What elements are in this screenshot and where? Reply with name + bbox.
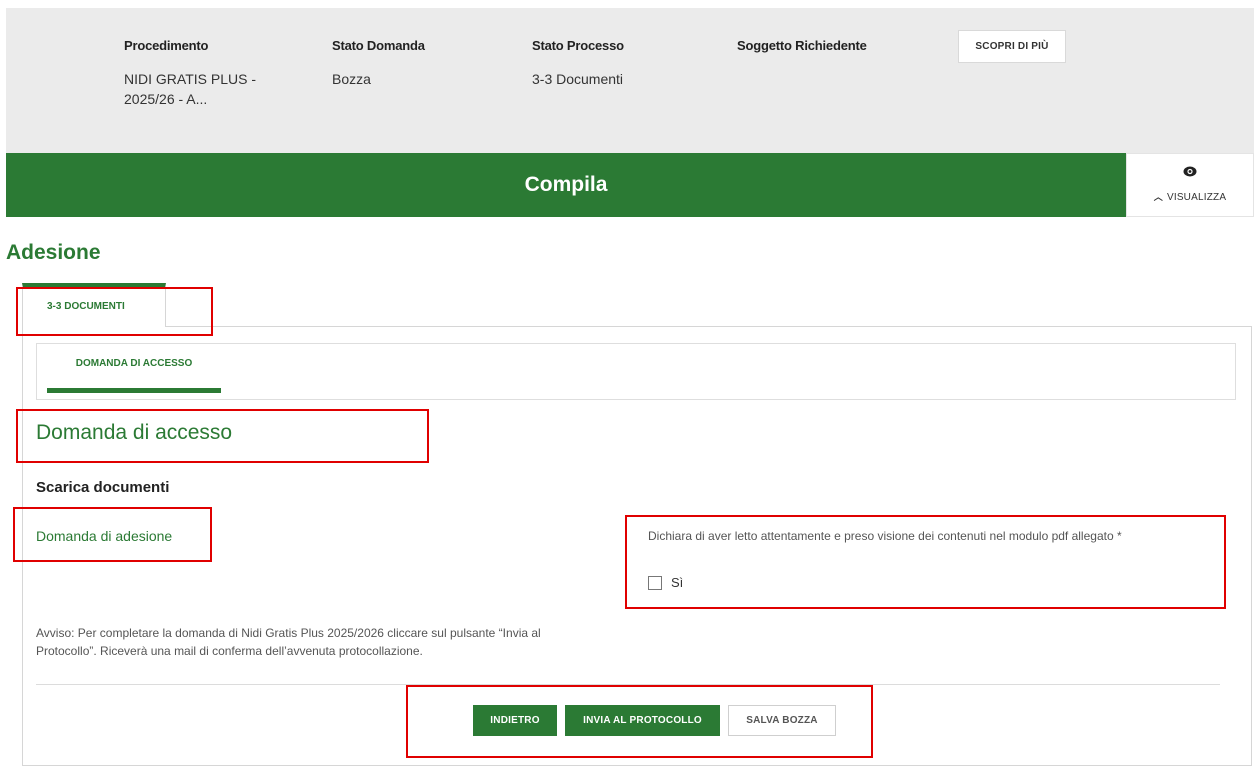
form-title: Domanda di accesso	[36, 421, 233, 444]
stato-processo-field: Stato Processo 3-3 Documenti	[532, 38, 692, 89]
domanda-di-adesione-link[interactable]: Domanda di adesione	[36, 528, 172, 544]
stato-domanda-label: Stato Domanda	[332, 38, 425, 53]
compila-bar: Compila	[6, 153, 1126, 217]
section-title: Adesione	[6, 241, 101, 264]
soggetto-richiedente-field: Soggetto Richiedente	[737, 38, 927, 69]
divider	[36, 684, 1220, 685]
stato-domanda-value: Bozza	[332, 71, 371, 87]
compila-title: Compila	[524, 173, 608, 196]
dichiara-checkbox-row[interactable]: Sì	[648, 575, 683, 590]
procedimento-label: Procedimento	[124, 38, 209, 53]
stato-domanda-field: Stato Domanda Bozza	[332, 38, 482, 89]
stato-processo-label: Stato Processo	[532, 38, 624, 53]
si-checkbox-label[interactable]: Sì	[671, 575, 683, 590]
tab-3-3-documenti[interactable]: 3-3 DOCUMENTI	[22, 283, 166, 327]
eye-icon	[1127, 164, 1253, 182]
scopri-di-piu-button[interactable]: SCOPRI DI PIÙ	[958, 30, 1066, 63]
indietro-button[interactable]: INDIETRO	[473, 705, 557, 736]
visualizza-button[interactable]: ︿ VISUALIZZA	[1126, 153, 1254, 217]
invia-al-protocollo-button[interactable]: INVIA AL PROTOCOLLO	[565, 705, 720, 736]
soggetto-richiedente-label: Soggetto Richiedente	[737, 38, 867, 53]
procedimento-value: NIDI GRATIS PLUS - 2025/26 - A...	[124, 71, 256, 107]
chevron-up-icon: ︿	[1153, 192, 1163, 202]
info-header: Procedimento NIDI GRATIS PLUS - 2025/26 …	[6, 8, 1254, 153]
stato-processo-value: 3-3 Documenti	[532, 71, 624, 87]
avviso-text: Avviso: Per completare la domanda di Nid…	[36, 626, 541, 658]
subtab-bar: DOMANDA DI ACCESSO	[36, 343, 1236, 400]
dichiara-label: Dichiara di aver letto attentamente e pr…	[648, 529, 1122, 543]
subtab-domanda-di-accesso[interactable]: DOMANDA DI ACCESSO	[47, 344, 221, 393]
si-checkbox[interactable]	[648, 575, 662, 590]
procedimento-field: Procedimento NIDI GRATIS PLUS - 2025/26 …	[124, 38, 274, 109]
salva-bozza-button[interactable]: SALVA BOZZA	[728, 705, 836, 736]
visualizza-label: VISUALIZZA	[1166, 192, 1227, 203]
scarica-documenti-heading: Scarica documenti	[36, 479, 170, 496]
